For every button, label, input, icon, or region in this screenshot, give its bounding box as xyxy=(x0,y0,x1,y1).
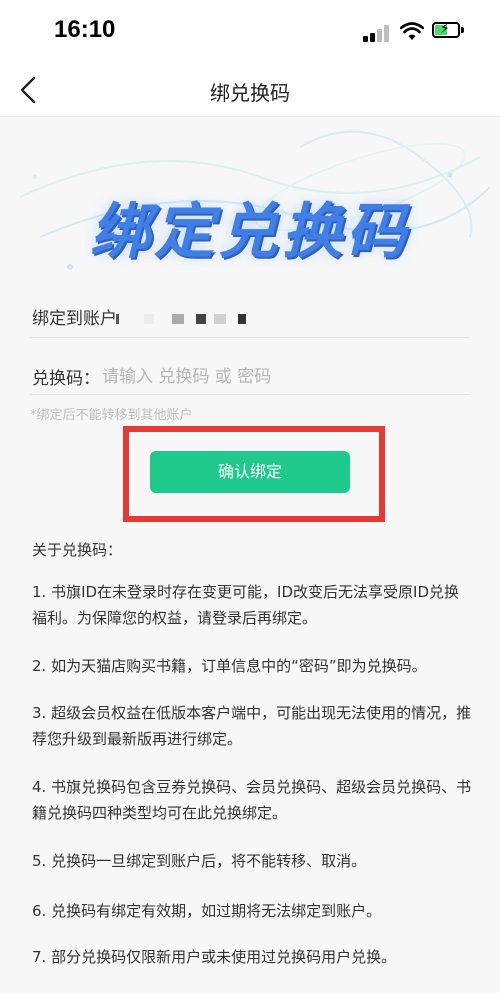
bind-note: *绑定后不能转移到其他账户 xyxy=(30,408,193,423)
about-title: 关于兑换码： xyxy=(32,541,123,559)
about-item-2: 2. 如为天猫店购买书籍，订单信息中的“密码”即为兑换码。 xyxy=(32,657,427,675)
cellular-signal-icon xyxy=(363,24,391,42)
about-item-4: 4. 书旗兑换码包含豆券兑换码、会员兑换码、超级会员兑换码、书籍兑换码四种类型均… xyxy=(32,778,472,822)
about-item-1: 1. 书旗ID在未登录时存在变更可能，ID改变后无法享受原ID兑换福利。为保障您… xyxy=(32,583,460,627)
battery-icon: ⚡ xyxy=(432,21,460,38)
nav-bar: 绑兑换码 xyxy=(0,64,500,117)
banner: 绑定兑换码 xyxy=(0,117,500,287)
about-item-5: 5. 兑换码一旦绑定到账户后，将不能转移、取消。 xyxy=(32,852,367,870)
divider xyxy=(30,337,470,338)
account-masked-value xyxy=(116,314,256,326)
divider xyxy=(30,394,470,395)
wifi-icon xyxy=(400,22,424,40)
account-label: 绑定到账户 xyxy=(32,309,117,329)
battery-tip xyxy=(461,27,464,33)
redeem-code-input[interactable] xyxy=(100,360,464,394)
confirm-bind-button[interactable]: 确认绑定 xyxy=(150,451,350,493)
code-label: 兑换码： xyxy=(32,369,100,389)
about-item-3: 3. 超级会员权益在低版本客户端中，可能出现无法使用的情况，推荐您升级到最新版再… xyxy=(32,704,472,748)
status-bar: 16:10 ⚡ xyxy=(0,0,500,64)
banner-title: 绑定兑换码 xyxy=(90,197,410,267)
about-item-7: 7. 部分兑换码仅限新用户或未使用过兑换码用户兑换。 xyxy=(32,948,397,966)
page-title: 绑兑换码 xyxy=(210,81,290,105)
status-time: 16:10 xyxy=(54,16,116,43)
about-item-6: 6. 兑换码有绑定有效期，如过期将无法绑定到账户。 xyxy=(32,902,382,920)
